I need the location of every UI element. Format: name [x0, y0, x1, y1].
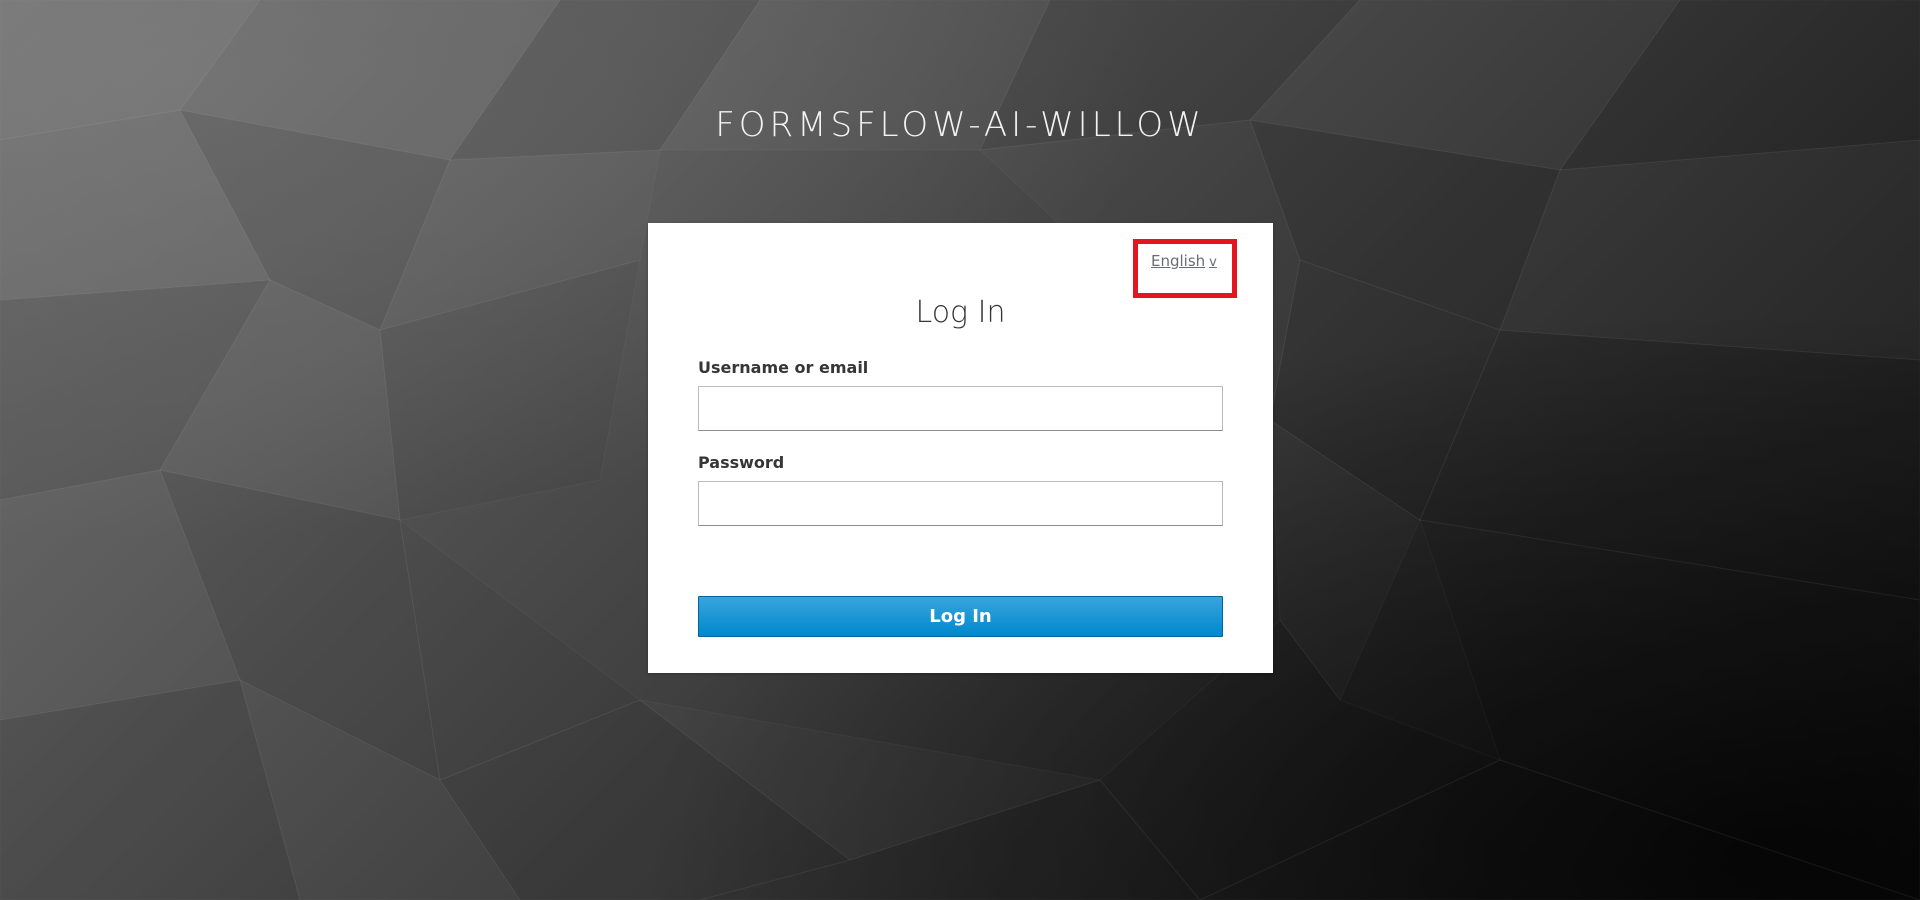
chevron-down-icon: v	[1209, 255, 1217, 270]
login-card: English v Log In Username or email Passwo…	[648, 223, 1273, 673]
password-label: Password	[698, 453, 785, 472]
username-input[interactable]	[698, 386, 1223, 431]
password-input[interactable]	[698, 481, 1223, 526]
username-label: Username or email	[698, 358, 869, 377]
page-title: Log In	[915, 295, 1006, 330]
language-selector[interactable]: English v	[1151, 252, 1217, 270]
realm-title: FORMSFLOW-AI-WILLOW	[715, 105, 1205, 145]
login-button[interactable]: Log In	[698, 596, 1223, 637]
language-highlight-box: English v	[1133, 239, 1237, 298]
language-label: English	[1151, 252, 1206, 270]
